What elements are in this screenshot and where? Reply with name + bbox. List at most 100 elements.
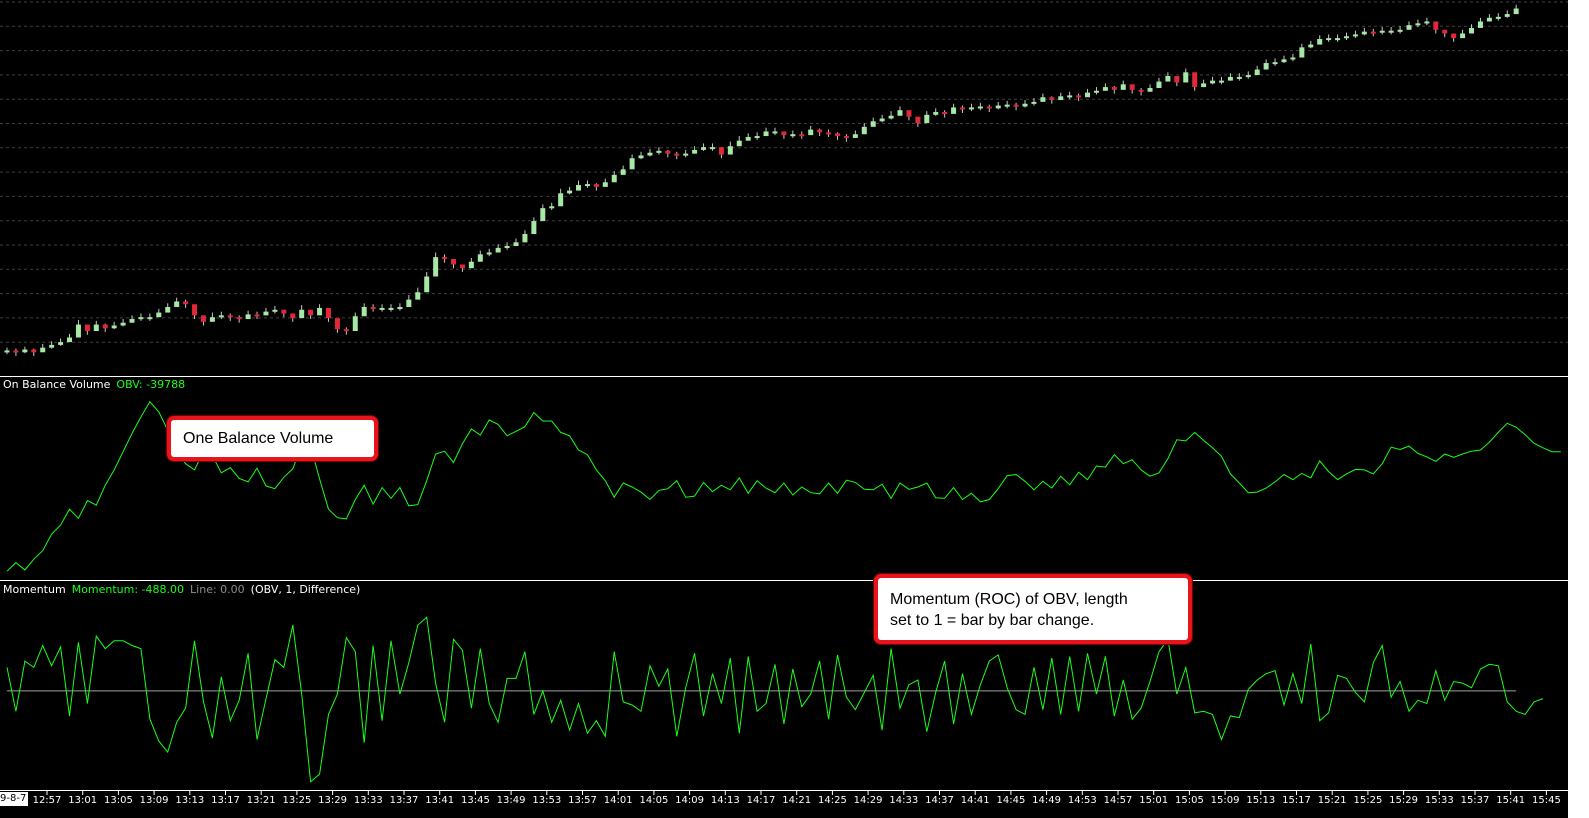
candle-up — [1477, 21, 1483, 28]
candle-up — [995, 105, 1001, 109]
candle-down — [593, 184, 599, 187]
candle-up — [558, 193, 564, 207]
candle-up — [870, 121, 876, 127]
candle-up — [602, 182, 608, 187]
obv-callout: One Balance Volume — [167, 416, 378, 461]
chart-window[interactable]: 12:57 13:01 13:05 13:09 13:13 13:17 13:21 13:25… — [0, 0, 1589, 818]
x-tick-label: 14:37 — [925, 795, 954, 806]
candle-up — [1379, 30, 1385, 33]
x-axis: 12:57 13:01 13:05 13:09 13:13 13:17 13:21 13:25… — [33, 791, 1561, 806]
x-tick-label: 14:41 — [961, 795, 990, 806]
candle-up — [1495, 16, 1501, 19]
candle-down — [1129, 84, 1135, 90]
candle-up — [736, 140, 742, 147]
candle-down — [834, 133, 840, 137]
candle-down — [192, 304, 198, 316]
candle-down — [1370, 31, 1376, 34]
candle-up — [968, 107, 974, 110]
candle-up — [40, 347, 46, 353]
candle-up — [209, 317, 215, 322]
candle-up — [468, 261, 474, 269]
candle-down — [1174, 76, 1180, 83]
candle-down — [718, 147, 724, 155]
x-tick-label: 15:21 — [1318, 795, 1347, 806]
candle-up — [379, 307, 385, 310]
x-tick-label: 14:13 — [711, 795, 740, 806]
candle-down — [334, 318, 340, 330]
candle-up — [1344, 36, 1349, 39]
candle-up — [1424, 21, 1430, 24]
x-tick-label: 13:05 — [104, 795, 133, 806]
candle-up — [701, 147, 707, 150]
candle-down — [960, 107, 966, 110]
candle-down — [799, 134, 805, 137]
candle-up — [4, 350, 10, 353]
candle-up — [531, 221, 537, 235]
candle-up — [424, 276, 430, 293]
candle-down — [325, 307, 331, 319]
candle-down — [826, 132, 832, 135]
x-tick-label: 15:13 — [1246, 795, 1275, 806]
x-tick-label: 13:37 — [390, 795, 419, 806]
candle-down — [200, 315, 206, 322]
x-tick-label: 15:41 — [1496, 795, 1525, 806]
candle-up — [1165, 76, 1171, 82]
candle-down — [674, 153, 680, 156]
x-tick-label: 14:45 — [996, 795, 1025, 806]
momentum-readout: Momentum: -488.00 — [71, 583, 185, 596]
candle-up — [1397, 29, 1403, 32]
candle-up — [1085, 92, 1091, 98]
candle-up — [111, 325, 117, 329]
candle-up — [1352, 34, 1358, 37]
candle-up — [1102, 87, 1108, 91]
candle-up — [361, 307, 367, 317]
candle-up — [852, 134, 858, 138]
candle-up — [692, 149, 698, 154]
candle-up — [1326, 38, 1332, 41]
candle-up — [22, 349, 28, 353]
candle-down — [254, 314, 260, 317]
candle-down — [102, 324, 108, 329]
candle-up — [1460, 33, 1466, 39]
momentum-callout-line2: set to 1 = bar by bar change. — [890, 612, 1095, 629]
candle-up — [147, 317, 153, 320]
candle-up — [156, 312, 162, 318]
candle-up — [1335, 38, 1341, 41]
x-axis-date-label: 9-8-7 — [0, 792, 28, 806]
candle-up — [1218, 80, 1224, 83]
candle-up — [549, 206, 555, 209]
x-tick-label: 13:01 — [68, 795, 97, 806]
candle-down — [1076, 95, 1082, 98]
candle-up — [397, 307, 403, 310]
zero-line-readout: Line: 0.00 — [190, 583, 245, 596]
candle-down — [1433, 21, 1439, 30]
x-tick-label: 13:45 — [461, 795, 490, 806]
candle-up — [1236, 76, 1242, 79]
candle-up — [1317, 39, 1323, 45]
candle-up — [1361, 31, 1367, 35]
candle-up — [1120, 84, 1126, 90]
candle-up — [129, 319, 135, 323]
candle-up — [1272, 62, 1278, 65]
candle-up — [433, 257, 439, 277]
price-scale-strip — [1568, 0, 1589, 818]
x-tick-label: 14:01 — [604, 795, 633, 806]
candle-down — [290, 313, 296, 319]
candle-up — [888, 115, 894, 119]
candle-up — [656, 150, 662, 153]
candle-up — [790, 134, 796, 137]
candle-up — [218, 315, 224, 318]
candle-up — [504, 246, 510, 249]
candle-up — [93, 324, 99, 332]
candle-down — [183, 301, 189, 305]
candle-up — [977, 106, 983, 109]
candle-up — [245, 314, 251, 320]
candle-up — [120, 322, 126, 326]
x-tick-label: 14:49 — [1032, 795, 1061, 806]
x-tick-label: 13:29 — [318, 795, 347, 806]
obv-pane-title: On Balance Volume OBV: -39788 — [3, 378, 191, 392]
chart-canvas[interactable]: 12:57 13:01 13:05 13:09 13:13 13:17 13:21 13:25… — [0, 0, 1589, 818]
x-tick-label: 13:53 — [532, 795, 561, 806]
candle-up — [808, 129, 814, 136]
candle-up — [1147, 88, 1153, 92]
